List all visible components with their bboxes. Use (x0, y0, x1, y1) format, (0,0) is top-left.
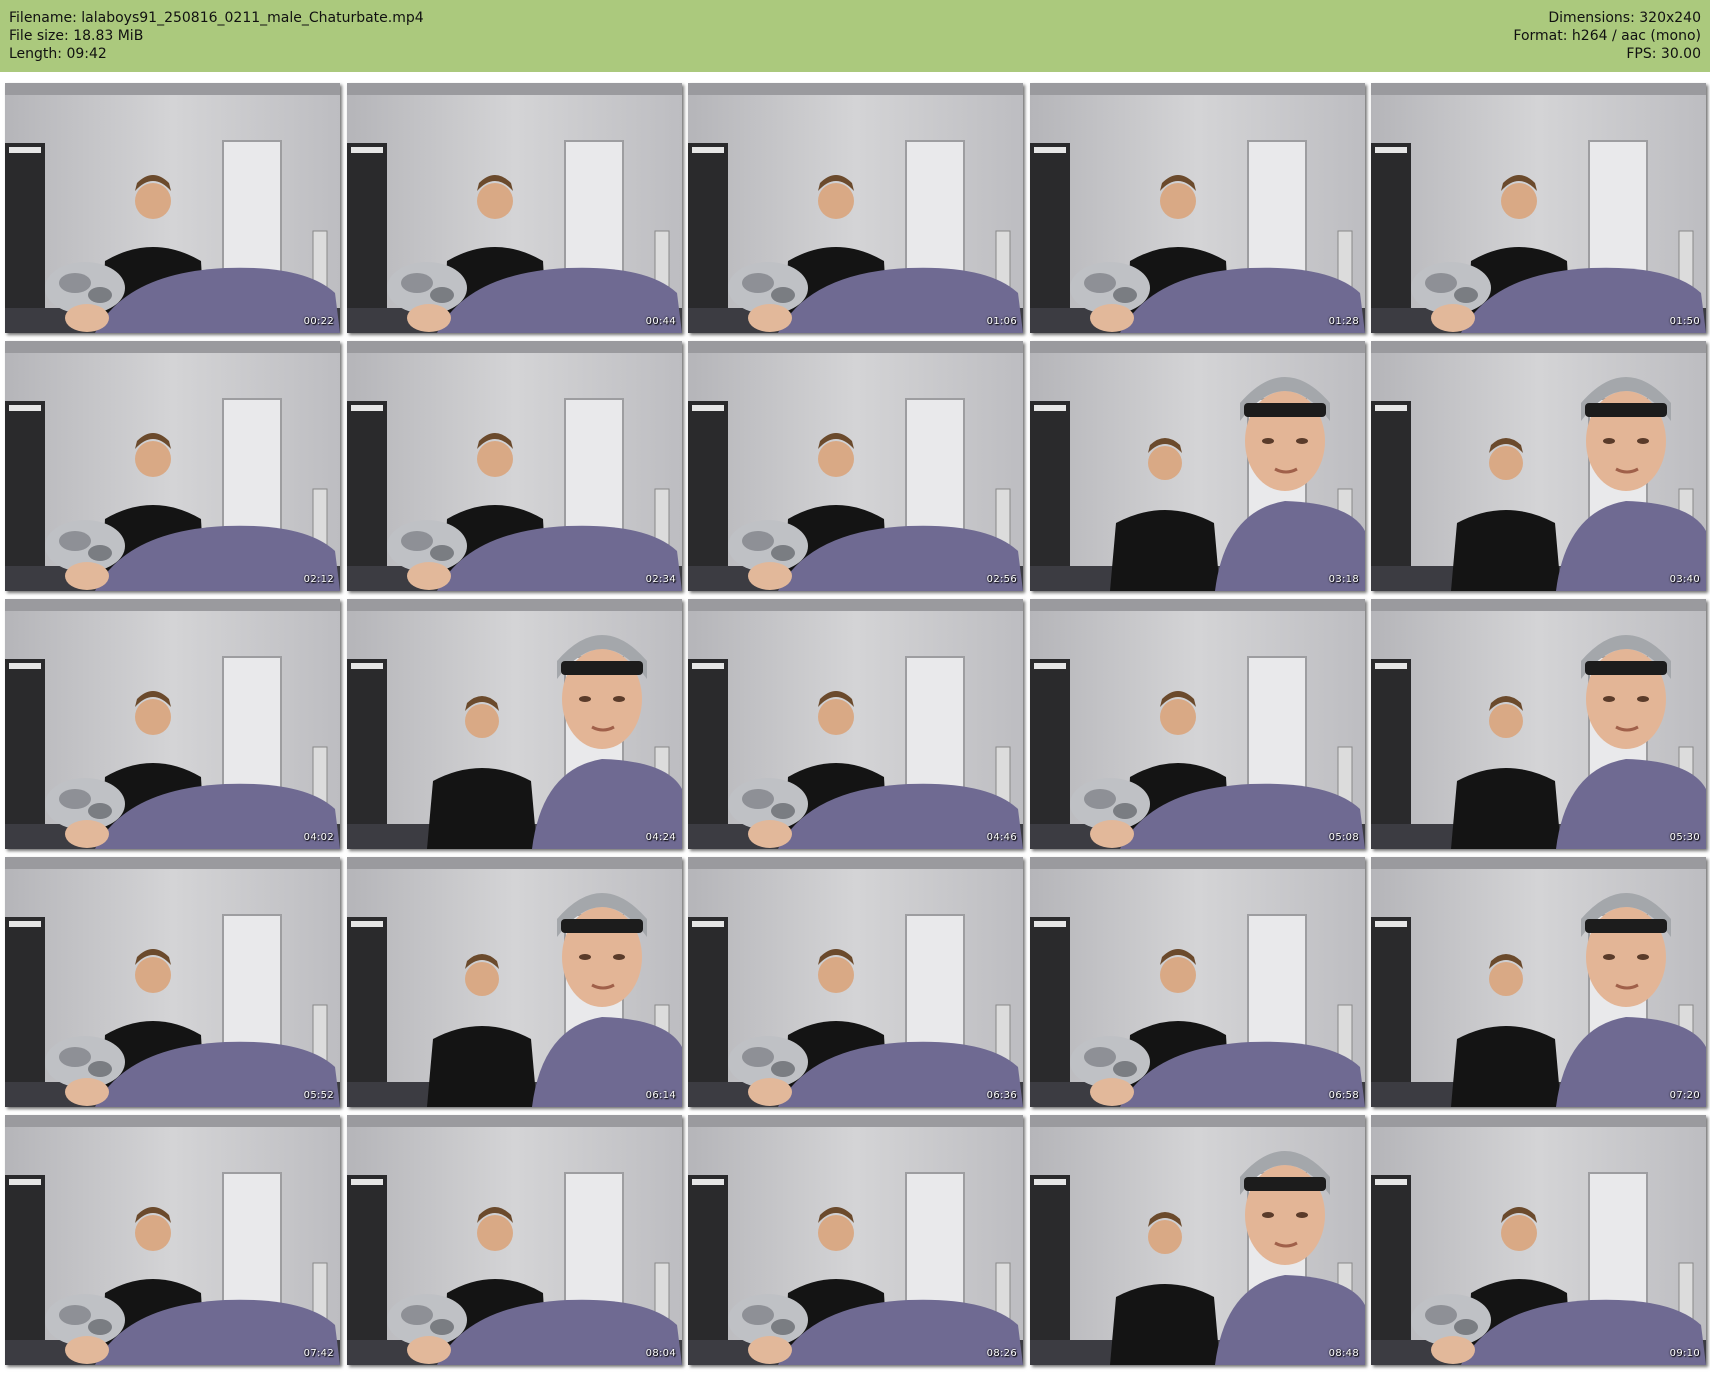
frame-timestamp: 03:40 (1669, 574, 1700, 585)
frame-timestamp: 06:58 (1328, 1090, 1359, 1101)
video-frame-thumbnail: 05:30 (1371, 599, 1706, 849)
frame-image (1030, 83, 1365, 333)
video-frame-thumbnail: 01:06 (688, 83, 1023, 333)
frame-image (5, 599, 340, 849)
frame-image (688, 341, 1023, 591)
video-frame-thumbnail: 01:50 (1371, 83, 1706, 333)
video-frame-thumbnail: 05:52 (5, 857, 340, 1107)
frame-image (347, 599, 682, 849)
frame-timestamp: 05:08 (1328, 832, 1359, 843)
frame-image (1371, 599, 1706, 849)
video-frame-thumbnail: 05:08 (1030, 599, 1365, 849)
frame-image (5, 83, 340, 333)
frame-timestamp: 01:06 (986, 316, 1017, 327)
video-frame-thumbnail: 02:34 (347, 341, 682, 591)
info-header: Filename: lalaboys91_250816_0211_male_Ch… (0, 0, 1710, 72)
frame-image (688, 599, 1023, 849)
frame-timestamp: 00:22 (303, 316, 334, 327)
frame-timestamp: 02:56 (986, 574, 1017, 585)
frame-timestamp: 08:04 (645, 1348, 676, 1359)
video-frame-thumbnail: 03:18 (1030, 341, 1365, 591)
frame-image (347, 341, 682, 591)
video-frame-thumbnail: 09:10 (1371, 1115, 1706, 1365)
frame-image (688, 857, 1023, 1107)
filesize-text: File size: 18.83 MiB (9, 28, 144, 44)
dimensions-text: Dimensions: 320x240 (1548, 10, 1701, 26)
frame-timestamp: 04:02 (303, 832, 334, 843)
frame-image (5, 341, 340, 591)
frame-timestamp: 02:34 (645, 574, 676, 585)
video-frame-thumbnail: 06:36 (688, 857, 1023, 1107)
frame-image (1371, 83, 1706, 333)
video-frame-thumbnail: 01:28 (1030, 83, 1365, 333)
frame-image (1371, 341, 1706, 591)
frame-timestamp: 00:44 (645, 316, 676, 327)
frame-timestamp: 01:28 (1328, 316, 1359, 327)
video-frame-thumbnail: 00:44 (347, 83, 682, 333)
length-text: Length: 09:42 (9, 46, 107, 62)
frame-image (347, 857, 682, 1107)
frame-image (1371, 1115, 1706, 1365)
frame-image (1030, 857, 1365, 1107)
frame-image (1030, 1115, 1365, 1365)
frame-image (1030, 341, 1365, 591)
frame-timestamp: 04:24 (645, 832, 676, 843)
video-frame-thumbnail: 03:40 (1371, 341, 1706, 591)
video-frame-thumbnail: 02:56 (688, 341, 1023, 591)
frame-timestamp: 03:18 (1328, 574, 1359, 585)
frame-timestamp: 04:46 (986, 832, 1017, 843)
filename-text: Filename: lalaboys91_250816_0211_male_Ch… (9, 10, 424, 26)
frame-timestamp: 06:14 (645, 1090, 676, 1101)
video-frame-thumbnail: 07:42 (5, 1115, 340, 1365)
frame-timestamp: 01:50 (1669, 316, 1700, 327)
format-text: Format: h264 / aac (mono) (1513, 28, 1701, 44)
frame-image (5, 857, 340, 1107)
frame-timestamp: 05:52 (303, 1090, 334, 1101)
frame-image (1030, 599, 1365, 849)
video-frame-thumbnail: 06:14 (347, 857, 682, 1107)
video-frame-thumbnail: 02:12 (5, 341, 340, 591)
frame-image (347, 83, 682, 333)
video-frame-thumbnail: 08:48 (1030, 1115, 1365, 1365)
video-frame-thumbnail: 08:26 (688, 1115, 1023, 1365)
frame-image (347, 1115, 682, 1365)
video-frame-thumbnail: 06:58 (1030, 857, 1365, 1107)
fps-text: FPS: 30.00 (1626, 46, 1701, 62)
video-frame-thumbnail: 00:22 (5, 83, 340, 333)
video-frame-thumbnail: 04:02 (5, 599, 340, 849)
frame-timestamp: 08:26 (986, 1348, 1017, 1359)
frame-image (1371, 857, 1706, 1107)
video-frame-thumbnail: 04:24 (347, 599, 682, 849)
stream-info: Dimensions: 320x240 Format: h264 / aac (… (1513, 9, 1701, 63)
frame-timestamp: 02:12 (303, 574, 334, 585)
frame-timestamp: 09:10 (1669, 1348, 1700, 1359)
file-info: Filename: lalaboys91_250816_0211_male_Ch… (9, 9, 424, 63)
video-frame-thumbnail: 07:20 (1371, 857, 1706, 1107)
frame-image (5, 1115, 340, 1365)
frame-timestamp: 06:36 (986, 1090, 1017, 1101)
frame-timestamp: 07:20 (1669, 1090, 1700, 1101)
video-frame-thumbnail: 04:46 (688, 599, 1023, 849)
frame-timestamp: 05:30 (1669, 832, 1700, 843)
frame-image (688, 1115, 1023, 1365)
video-frame-thumbnail: 08:04 (347, 1115, 682, 1365)
frame-timestamp: 07:42 (303, 1348, 334, 1359)
frame-timestamp: 08:48 (1328, 1348, 1359, 1359)
frame-image (688, 83, 1023, 333)
